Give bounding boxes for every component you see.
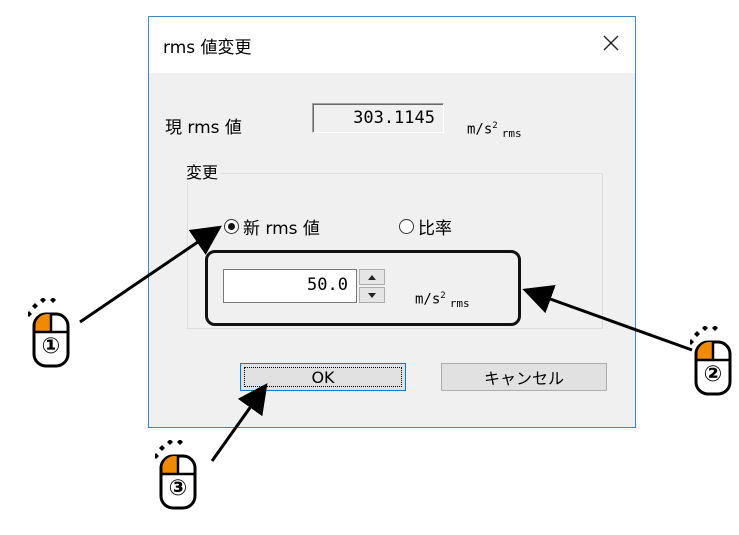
cancel-button-label: キャンセル bbox=[483, 369, 564, 388]
unit-exponent: 2 bbox=[492, 121, 498, 131]
mouse-callout-3: ③ bbox=[153, 439, 201, 510]
radio-ratio[interactable]: 比率 bbox=[399, 214, 452, 239]
radio-button-selected[interactable] bbox=[224, 219, 239, 234]
new-rms-input[interactable]: 50.0 bbox=[223, 269, 357, 303]
focus-rect bbox=[244, 367, 402, 387]
arrow-down-icon bbox=[368, 292, 376, 298]
mouse-callout-2: ② bbox=[688, 325, 736, 396]
title-bar: rms 値変更 bbox=[149, 17, 635, 73]
change-group-label: 変更 bbox=[183, 159, 222, 183]
spin-up-button[interactable] bbox=[359, 269, 385, 285]
radio-new-rms[interactable]: 新 rms 値 bbox=[224, 214, 320, 239]
new-rms-unit: m/s2rms bbox=[415, 291, 470, 310]
close-icon bbox=[603, 35, 619, 51]
callout-number: ① bbox=[41, 334, 61, 359]
current-rms-value: 303.1145 bbox=[312, 103, 444, 133]
value-spinner[interactable] bbox=[359, 269, 385, 303]
current-rms-unit: m/s2rms bbox=[467, 121, 522, 140]
unit-subscript: rms bbox=[501, 126, 522, 140]
callout-number: ② bbox=[703, 362, 723, 387]
current-rms-label: 現 rms 値 bbox=[165, 118, 242, 138]
unit-base: m/s bbox=[415, 291, 441, 308]
close-button[interactable] bbox=[593, 27, 629, 59]
mouse-callout-1: ① bbox=[26, 297, 74, 368]
unit-base: m/s bbox=[467, 121, 493, 138]
radio-button[interactable] bbox=[399, 219, 414, 234]
arrow-up-icon bbox=[368, 274, 376, 280]
unit-exponent: 2 bbox=[440, 291, 446, 301]
radio-new-rms-label: 新 rms 値 bbox=[243, 219, 320, 239]
callout-number: ③ bbox=[168, 476, 188, 501]
radio-ratio-label: 比率 bbox=[418, 219, 452, 239]
ok-button[interactable]: OK bbox=[240, 363, 406, 391]
rms-change-dialog: rms 値変更 現 rms 値 303.1145 m/s2rms 変更 新 rm… bbox=[148, 16, 636, 428]
cancel-button[interactable]: キャンセル bbox=[441, 363, 607, 391]
unit-subscript: rms bbox=[449, 296, 470, 310]
spin-down-button[interactable] bbox=[359, 287, 385, 303]
dialog-title: rms 値変更 bbox=[163, 38, 252, 58]
